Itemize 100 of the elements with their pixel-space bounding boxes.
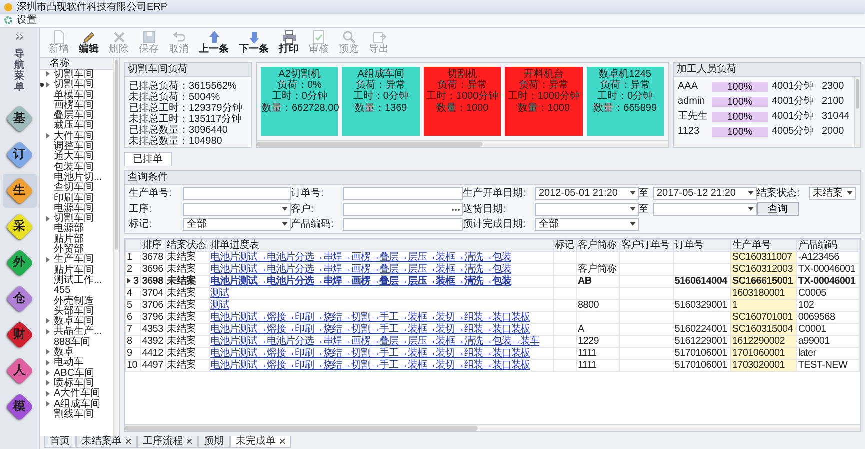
progress-link[interactable]: 测试	[210, 288, 230, 299]
caret-icon	[630, 191, 636, 195]
dropdown-field[interactable]	[653, 202, 757, 216]
magnifier-icon	[342, 30, 356, 45]
lookup-field[interactable]	[343, 202, 463, 216]
machine-card[interactable]: 切割机 负荷：异常 工时：1000分钟 数量：1000	[424, 67, 502, 136]
tree-item[interactable]: 查切车间	[40, 183, 113, 194]
row-number: 1	[126, 252, 141, 264]
table-cell: 5170106001	[673, 348, 731, 360]
expander-icon	[46, 133, 50, 140]
machine-stat: 工时：0分钟	[352, 91, 410, 103]
input-field[interactable]	[343, 187, 463, 200]
module-button[interactable]: 外	[2, 246, 36, 280]
column-header[interactable]: 标记	[553, 240, 576, 252]
stat-text: 已排总工时：129379分钟	[129, 103, 244, 114]
table-cell: 5161229001	[673, 336, 731, 348]
module-button[interactable]: 人	[2, 354, 36, 388]
module-button[interactable]: 仓	[2, 282, 36, 316]
tree-item[interactable]: 生产车间	[40, 255, 113, 266]
nav-label: 导航菜单	[14, 49, 24, 93]
column-header[interactable]: 结案状态	[166, 240, 210, 252]
dropdown-field[interactable]: 未结案	[809, 187, 856, 200]
module-button[interactable]: 采	[2, 210, 36, 244]
toolbar-button[interactable]: 下一条	[236, 28, 272, 56]
table-cell: -A123456	[796, 252, 860, 264]
column-header[interactable]: 客户订单号	[620, 240, 674, 252]
gear-icon	[4, 16, 13, 25]
machine-stat: 工时：0分钟	[270, 91, 328, 103]
scrollbar[interactable]	[257, 140, 668, 147]
toolbar-button[interactable]: 打印	[276, 28, 302, 56]
document-tab[interactable]: 预期	[198, 436, 230, 448]
machine-card[interactable]: A组成车间 负荷：异常 工时：0分钟 数量：1369	[342, 67, 420, 136]
scrollbar[interactable]	[125, 424, 860, 431]
machine-card[interactable]: 开料机台 负荷：异常 工时：1000分钟 数量：1000	[505, 67, 583, 136]
table-cell: 8800	[576, 300, 620, 312]
worker-name: admin	[678, 96, 706, 107]
stat-text: 已排总数量：3096440	[129, 125, 229, 136]
field-label: 预计完成日期:	[463, 219, 527, 230]
dropdown-field[interactable]: 2012-05-01 21:20	[535, 187, 639, 200]
document-icon	[52, 30, 66, 45]
field-label: 生产单号:	[129, 188, 173, 199]
scrollbar[interactable]	[854, 77, 860, 147]
field-label: 客户:	[291, 204, 315, 214]
row-number: 7	[126, 324, 141, 336]
row-indicator-icon	[127, 278, 131, 284]
document-tab[interactable]: 首页	[44, 436, 76, 448]
tree-item[interactable]: 裁压车间	[40, 121, 113, 132]
input-field[interactable]	[183, 187, 291, 200]
tree-item[interactable]: 割线车间	[40, 410, 113, 420]
dropdown-field[interactable]	[535, 202, 639, 216]
tree-item[interactable]: 电动车	[40, 358, 113, 369]
document-tab[interactable]: 未完成单	[230, 436, 291, 448]
tree-item[interactable]: 共晶生产...	[40, 327, 113, 338]
field-label: 产品编码:	[291, 219, 335, 230]
table-cell: C0001	[796, 324, 860, 336]
column-header[interactable]: 生产单号	[730, 240, 797, 252]
tree-item[interactable]: 外壳制造	[40, 296, 113, 307]
tree-item[interactable]: 通大车间	[40, 152, 113, 163]
module-button[interactable]: 生	[2, 174, 36, 208]
tree-item[interactable]: 印刷车间	[40, 194, 113, 204]
column-header[interactable]: 客户简称	[576, 240, 620, 252]
toolbar-button[interactable]: 上一条	[196, 28, 232, 56]
table-cell: a99001	[796, 336, 860, 348]
menu-item[interactable]: 设置	[4, 15, 37, 26]
machine-stat: 负荷：异常	[356, 80, 406, 92]
column-header[interactable]: 产品编码	[796, 240, 860, 252]
dropdown-field[interactable]: 全部	[183, 218, 291, 231]
dropdown-field[interactable]	[183, 202, 291, 216]
module-button[interactable]: 模	[2, 390, 36, 424]
tree-item[interactable]: 455	[40, 286, 113, 297]
tree-item[interactable]: ABC车间	[40, 368, 113, 379]
progress-link[interactable]: 测试	[210, 300, 230, 311]
table-cell: 4412	[140, 348, 166, 360]
input-field[interactable]	[343, 218, 463, 231]
table-cell: 客户简称	[576, 264, 620, 276]
tree-item[interactable]: A大件车间	[40, 389, 113, 400]
worker-quantity: 2300	[822, 81, 844, 92]
dropdown-field[interactable]: 全部	[535, 218, 639, 231]
tree-item[interactable]: A组成车间	[40, 400, 113, 410]
tree-item[interactable]: 测试工作...	[40, 276, 113, 286]
column-header[interactable]: 订单号	[673, 240, 731, 252]
table-cell: SC160312003	[730, 264, 797, 276]
tree-item[interactable]: 电源部	[40, 224, 113, 235]
tree-item[interactable]: 贴片车间	[40, 266, 113, 276]
column-header[interactable]: 排单进度表	[209, 240, 554, 252]
machine-stat: 数量：1000	[435, 102, 490, 114]
toolbar-button[interactable]: 编辑	[76, 28, 102, 56]
tree-item[interactable]: 包装车间	[40, 162, 113, 173]
tree-item[interactable]: 单模车间	[40, 90, 113, 101]
module-button[interactable]: 基	[2, 102, 36, 136]
search-button[interactable]: 查询	[757, 202, 799, 216]
module-button[interactable]: 订	[2, 138, 36, 172]
scrollbar[interactable]	[113, 58, 119, 436]
document-tab[interactable]: 工序流程	[137, 436, 198, 448]
document-tab[interactable]: 未结案单	[76, 436, 137, 448]
tab[interactable]: 已排单	[124, 152, 172, 166]
machine-card[interactable]: 数卓机1245 负荷：异常 工时：0分钟 数量：665899	[586, 67, 664, 136]
dropdown-field[interactable]: 2017-05-12 21:20	[653, 187, 757, 200]
column-header[interactable]: 排序	[140, 240, 166, 252]
tree-item[interactable]: 切割车间	[40, 80, 113, 91]
